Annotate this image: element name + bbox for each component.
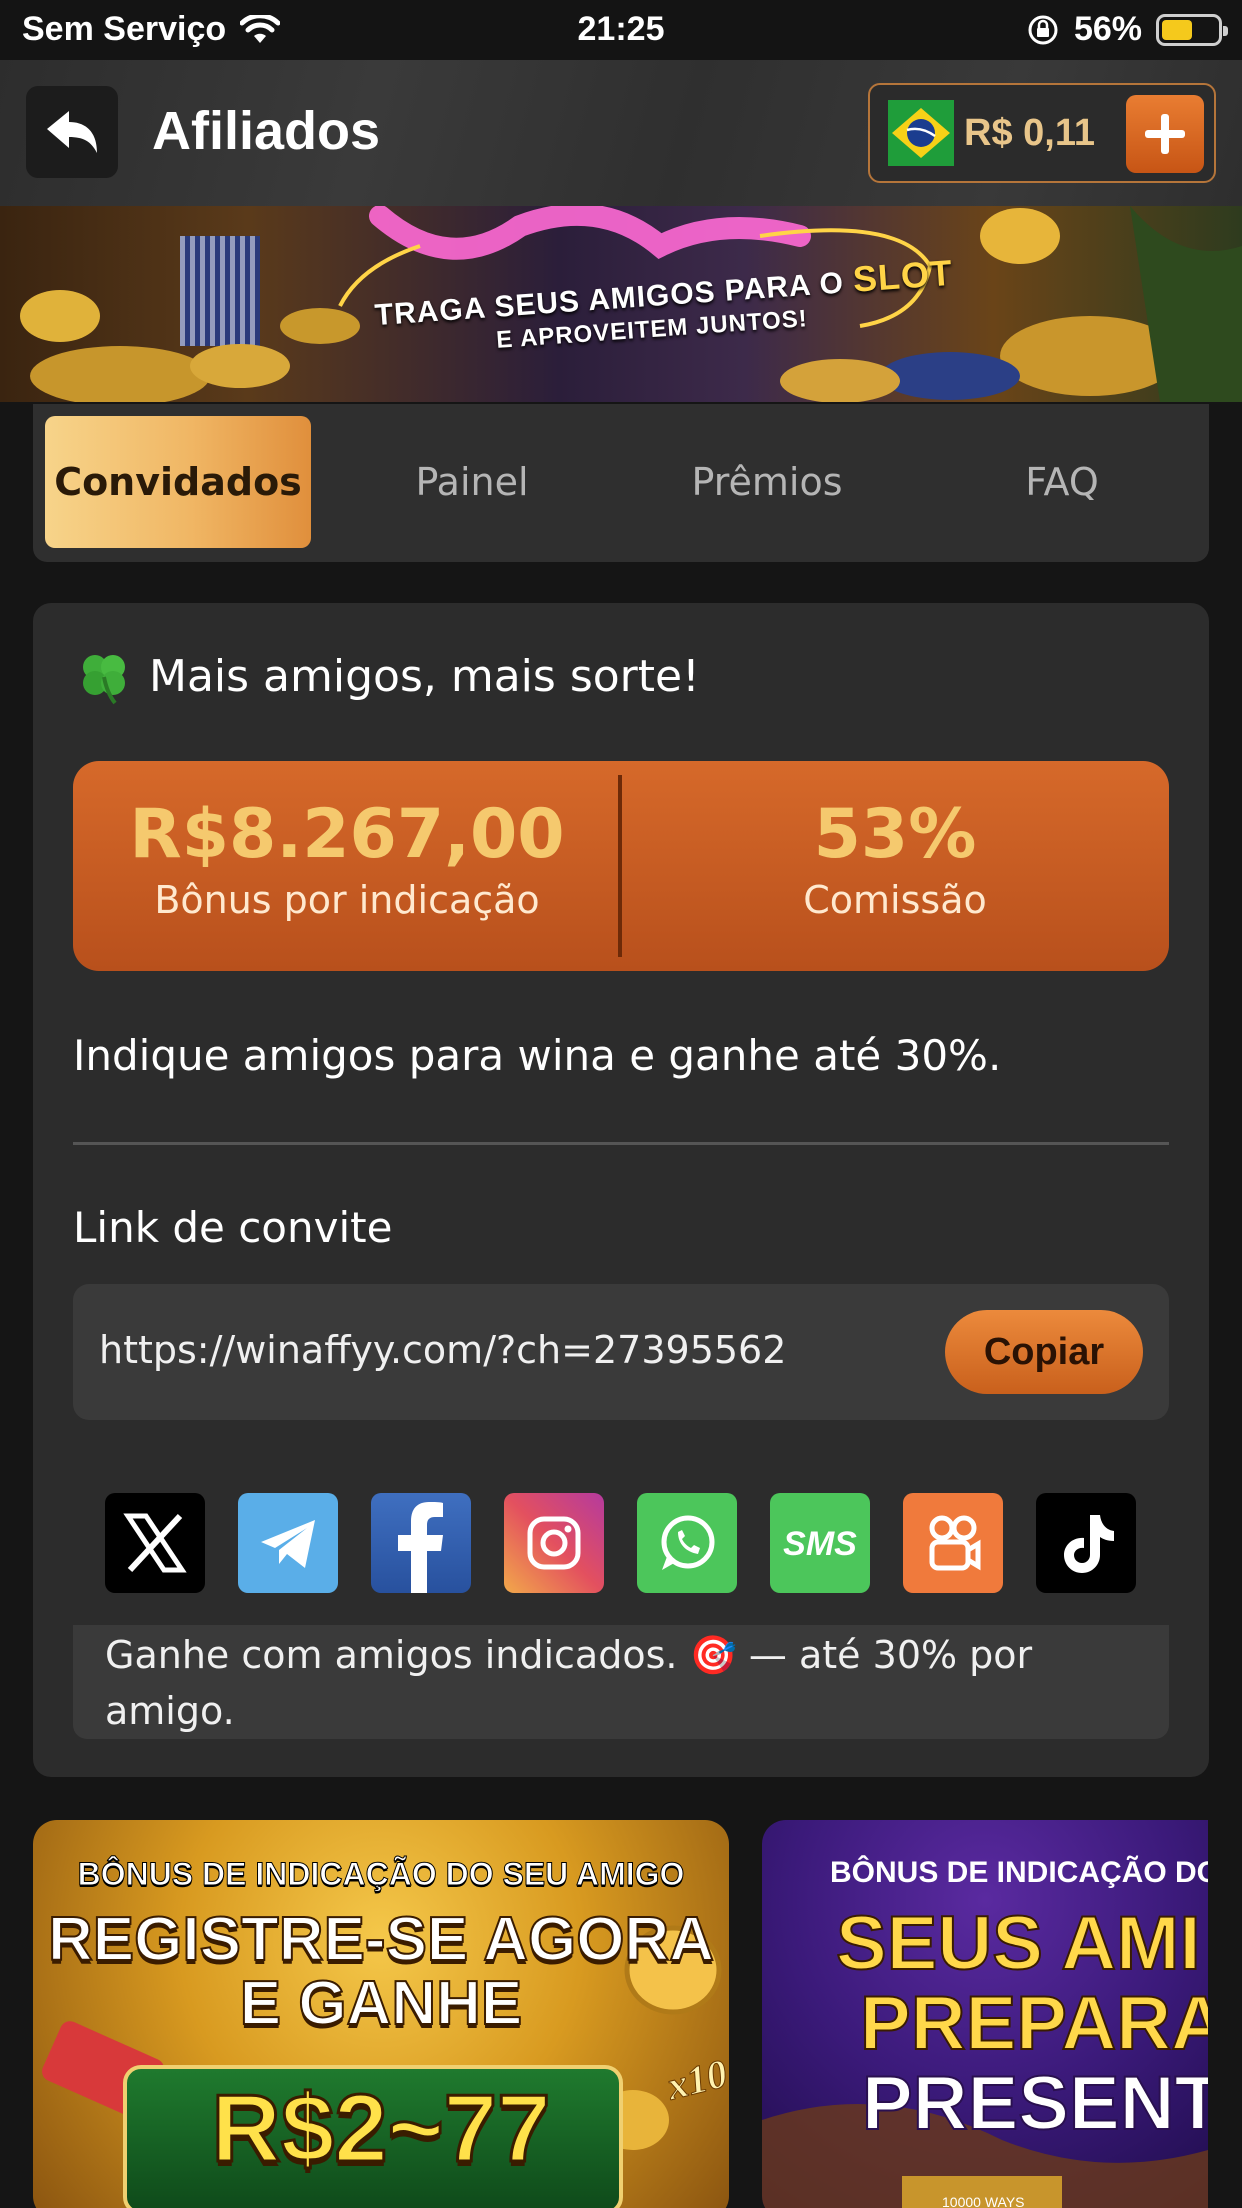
kwai-icon — [929, 1515, 981, 1571]
referral-card: Mais amigos, mais sorte! R$8.267,00 Bônu… — [33, 603, 1209, 1777]
note-line-1: Ganhe com amigos indicados. 🎯 — até 30% … — [105, 1633, 1033, 1677]
status-bar: Sem Serviço 21:25 56% — [0, 0, 1242, 60]
tab-faq[interactable]: FAQ — [929, 416, 1195, 548]
battery-fill — [1162, 19, 1193, 40]
tiktok-icon — [1064, 1515, 1114, 1573]
battery-icon — [1156, 13, 1228, 46]
card-heading: Mais amigos, mais sorte! — [75, 647, 700, 705]
promo2-tag: 10000 WAYS — [942, 2194, 1025, 2208]
stat-commission: 53% Comissão — [621, 761, 1169, 971]
share-tiktok-button[interactable] — [1036, 1493, 1136, 1593]
battery-percent: 56% — [1073, 10, 1142, 48]
invite-description: Indique amigos para wina e ganhe até 30%… — [73, 1031, 1002, 1080]
tab-bar: Convidados Painel Prêmios FAQ — [33, 404, 1209, 562]
invite-link-url[interactable]: https://winaffyy.com/?ch=27395562 — [99, 1328, 786, 1372]
sms-label: SMS — [783, 1525, 857, 1563]
plus-icon — [1145, 114, 1185, 154]
promo-card-register[interactable]: BÔNUS DE INDICAÇÃO DO SEU AMIGO REGISTRE… — [33, 1820, 729, 2208]
sms-icon: SMS — [783, 1525, 857, 1563]
stats-panel: R$8.267,00 Bônus por indicação 53% Comis… — [73, 761, 1169, 971]
invite-link-box: https://winaffyy.com/?ch=27395562 Copiar — [73, 1284, 1169, 1420]
whatsapp-icon — [661, 1515, 715, 1570]
divider — [73, 1142, 1169, 1145]
note-line-2: amigo. — [105, 1689, 235, 1733]
promo1-headline-1: REGISTRE-SE AGORA — [47, 1904, 715, 1975]
tab-convidados[interactable]: Convidados — [45, 416, 311, 548]
tab-painel[interactable]: Painel — [339, 416, 605, 548]
invite-link-label: Link de convite — [73, 1203, 393, 1252]
share-whatsapp-button[interactable] — [637, 1493, 737, 1593]
promo2-headline-2: PREPARAI — [859, 1980, 1208, 2067]
brazil-flag-icon — [888, 100, 954, 166]
x-icon — [123, 1513, 187, 1573]
back-arrow-icon — [47, 111, 97, 153]
promo2-headline-1: SEUS AMI — [835, 1900, 1202, 1987]
deposit-button[interactable] — [1126, 95, 1204, 173]
promo1-kicker: BÔNUS DE INDICAÇÃO DO SEU AMIGO — [77, 1856, 685, 1893]
referral-note: Ganhe com amigos indicados. 🎯 — até 30% … — [73, 1625, 1169, 1739]
wallet-balance[interactable]: R$ 0,11 — [868, 83, 1216, 183]
share-sms-button[interactable]: SMS — [770, 1493, 870, 1593]
page-title: Afiliados — [152, 101, 381, 161]
app-header: Afiliados R$ 0,11 — [0, 60, 1242, 206]
promo-banner[interactable]: TRAGA SEUS AMIGOS PARA O SLOT E APROVEIT… — [0, 206, 1242, 402]
rotation-lock-icon — [1028, 15, 1058, 44]
stat-bonus-label: Bônus por indicação — [154, 878, 540, 922]
stat-bonus-value: R$8.267,00 — [129, 795, 565, 874]
promo2-headline-3: PRESENT — [861, 2060, 1208, 2147]
tab-premios[interactable]: Prêmios — [634, 416, 900, 548]
share-instagram-button[interactable] — [504, 1493, 604, 1593]
promo-card-friends[interactable]: BÔNUS DE INDICAÇÃO DO SEUS AMI PREPARAI … — [762, 1820, 1208, 2208]
balance-amount: R$ 0,11 — [964, 111, 1095, 154]
facebook-icon — [398, 1502, 443, 1593]
stat-commission-label: Comissão — [803, 878, 987, 922]
stat-commission-value: 53% — [813, 795, 977, 874]
promo2-kicker: BÔNUS DE INDICAÇÃO DO — [830, 1856, 1208, 1889]
share-x-button[interactable] — [105, 1493, 205, 1593]
clover-icon — [83, 655, 125, 705]
share-buttons: SMS — [105, 1493, 1136, 1593]
banner-highlight: SLOT — [851, 251, 955, 300]
share-facebook-button[interactable] — [371, 1493, 471, 1593]
promo1-headline-2: E GANHE — [239, 1968, 523, 2039]
telegram-icon — [261, 1520, 315, 1568]
stat-bonus: R$8.267,00 Bônus por indicação — [73, 761, 621, 971]
share-telegram-button[interactable] — [238, 1493, 338, 1593]
promo1-amount: R$2~77 — [210, 2074, 552, 2184]
instagram-icon — [527, 1516, 581, 1570]
share-kwai-button[interactable] — [903, 1493, 1003, 1593]
copy-button[interactable]: Copiar — [945, 1310, 1143, 1394]
back-button[interactable] — [26, 86, 118, 178]
status-right: 56% — [1026, 10, 1228, 49]
card-title: Mais amigos, mais sorte! — [149, 650, 700, 702]
